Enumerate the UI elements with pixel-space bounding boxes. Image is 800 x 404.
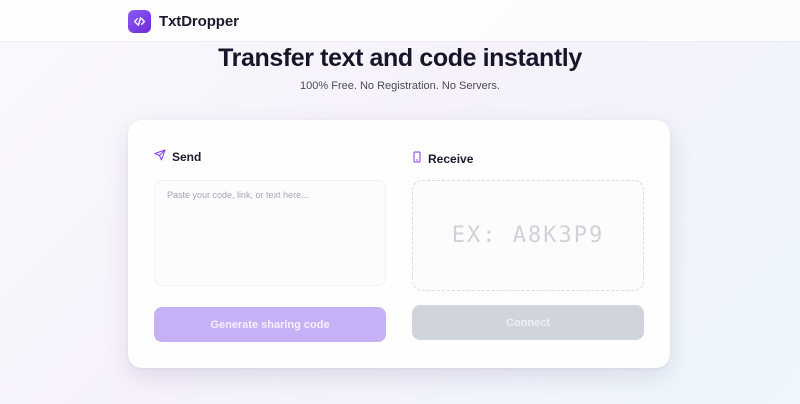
brand[interactable]: TxtDropper [128,9,239,33]
paper-plane-icon [154,149,166,164]
top-bar: TxtDropper [0,0,800,42]
send-text-input[interactable] [154,180,386,286]
page-subtitle: 100% Free. No Registration. No Servers. [300,80,500,92]
page-title: Transfer text and code instantly [218,44,582,72]
smartphone-icon [412,151,422,166]
receive-title-label: Receive [428,151,474,166]
brand-name: TxtDropper [159,12,239,30]
receive-code-input[interactable] [428,223,628,248]
receive-code-box [412,180,644,291]
transfer-card: Send Generate sharing code Receive Conne… [128,120,670,368]
send-section-title: Send [154,149,201,164]
send-title-label: Send [172,149,202,164]
receive-section-title: Receive [412,151,473,166]
code-icon [128,9,151,33]
connect-button[interactable]: Connect [412,305,644,340]
generate-code-button[interactable]: Generate sharing code [154,307,386,342]
